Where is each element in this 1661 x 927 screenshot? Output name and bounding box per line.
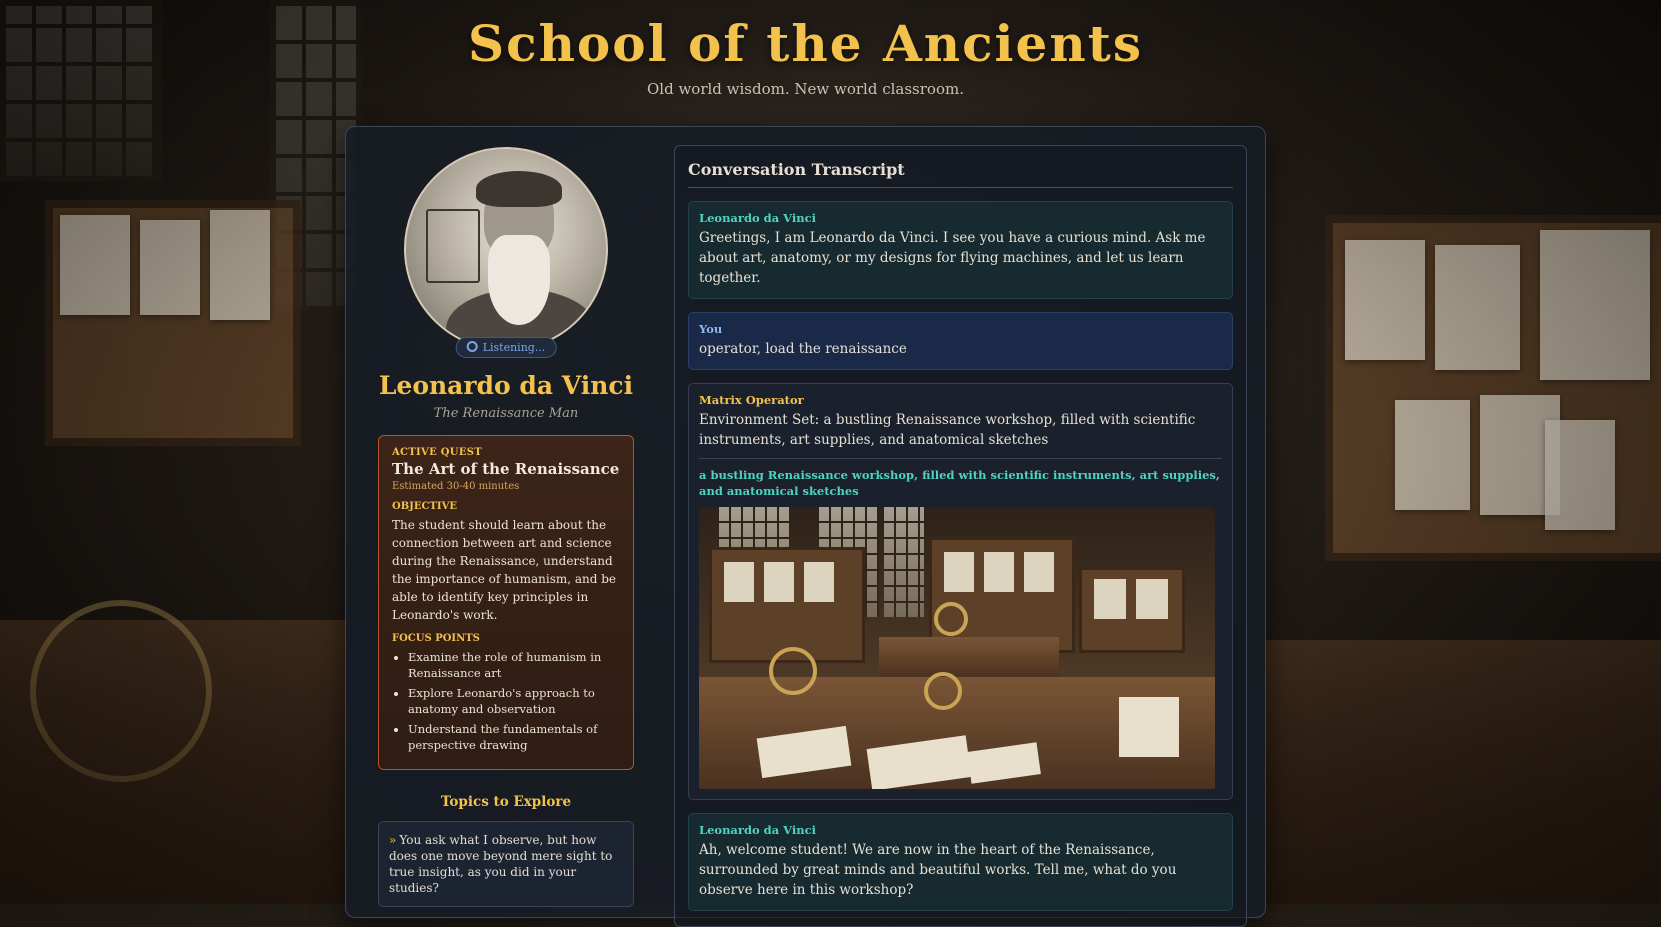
quest-title: The Art of the Renaissance [392,460,620,478]
scene-sketch [984,552,1014,592]
portrait-beard [488,235,550,325]
character-portrait [404,147,608,351]
transcript-message: Leonardo da Vinci Greetings, I am Leonar… [688,201,1233,299]
scene-sketch [724,562,754,602]
scene-sketch [944,552,974,592]
mic-ring-icon [466,341,478,352]
listening-status-label: Listening... [482,341,546,354]
scene-sketch [804,562,834,602]
app-subtitle: Old world wisdom. New world classroom. [647,80,964,98]
scene-sketch [764,562,794,602]
scene-sketch [1024,552,1054,592]
active-quest-card: ACTIVE QUEST The Art of the Renaissance … [378,435,634,770]
transcript-title: Conversation Transcript [688,160,1233,188]
message-speaker: Leonardo da Vinci [699,823,816,837]
focus-point-item: Understand the fundamentals of perspecti… [408,721,620,753]
quest-label: ACTIVE QUEST [392,447,483,458]
character-name: Leonardo da Vinci [378,371,634,400]
portrait-container: Listening... [404,147,608,358]
transcript-message: You operator, load the renaissance [688,312,1233,370]
scene-sketch [1094,579,1126,619]
message-text: operator, load the renaissance [699,341,907,357]
message-text: Environment Set: a bustling Renaissance … [699,412,1196,448]
objective-text: The student should learn about the conne… [392,518,617,622]
conversation-transcript[interactable]: Conversation Transcript Leonardo da Vinc… [674,145,1247,927]
message-text: Ah, welcome student! We are now in the h… [699,842,1177,898]
scene-paper-stack [1119,697,1179,757]
focus-points-label: FOCUS POINTS [392,633,480,644]
message-speaker: Matrix Operator [699,393,804,407]
portrait-beret [476,171,562,207]
quest-estimate: Estimated 30-40 minutes [392,481,520,492]
divider [699,458,1222,459]
objective-label: OBJECTIVE [392,501,457,512]
app-title: School of the Ancients [468,14,1143,73]
message-speaker: You [699,322,723,336]
listening-status-badge[interactable]: Listening... [455,337,557,358]
transcript-message: Leonardo da Vinci Ah, welcome student! W… [688,813,1233,911]
topics-heading: Topics to Explore [440,794,572,810]
focus-points-list: Examine the role of humanism in Renaissa… [392,649,620,753]
main-panel: Listening... Leonardo da Vinci The Renai… [345,126,1266,927]
focus-point-item: Examine the role of humanism in Renaissa… [408,649,620,681]
scene-armillary [769,647,817,695]
vitruvian-sketch [426,209,480,283]
scene-image [699,507,1215,789]
scene-caption: a bustling Renaissance workshop, filled … [699,468,1220,498]
character-column: Listening... Leonardo da Vinci The Renai… [378,147,634,907]
scene-globe [924,672,962,710]
scene-sketch [1136,579,1168,619]
scene-table [879,637,1059,677]
transcript-message: Matrix Operator Environment Set: a bustl… [688,383,1233,800]
topic-suggestion-text: You ask what I observe, but how does one… [389,833,613,895]
focus-point-item: Explore Leonardo's approach to anatomy a… [408,685,620,717]
scene-globe [934,602,968,636]
double-chevron-right-icon: » [389,833,397,847]
scene-window [884,507,924,617]
topic-suggestion-button[interactable]: » You ask what I observe, but how does on… [378,821,634,907]
character-tagline: The Renaissance Man [433,406,579,421]
message-speaker: Leonardo da Vinci [699,211,816,225]
message-text: Greetings, I am Leonardo da Vinci. I see… [699,230,1206,286]
